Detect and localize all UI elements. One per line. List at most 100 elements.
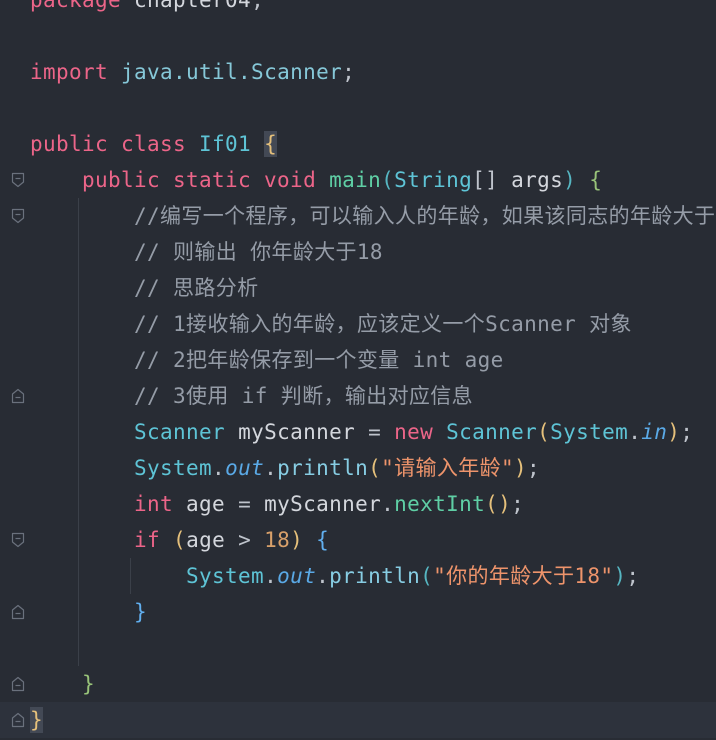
code-line[interactable]: Scanner myScanner = new Scanner(System.i… bbox=[30, 414, 716, 450]
code-token: ) bbox=[563, 168, 590, 192]
code-line[interactable]: System.out.println("请输入年龄"); bbox=[30, 450, 716, 486]
code-token: args bbox=[511, 168, 564, 192]
code-token: . bbox=[264, 456, 278, 480]
code-line[interactable] bbox=[30, 18, 716, 54]
gutter bbox=[0, 0, 28, 740]
code-token: If01 bbox=[199, 132, 265, 156]
code-token: println bbox=[277, 456, 369, 480]
code-token: System bbox=[30, 456, 213, 480]
code-line[interactable]: } bbox=[30, 594, 716, 630]
code-token: "请输入年龄" bbox=[381, 456, 514, 480]
code-token: ; bbox=[626, 564, 640, 588]
code-token: public static void bbox=[30, 168, 330, 192]
code-area[interactable]: package chapter04; import java.util.Scann… bbox=[30, 0, 716, 738]
fold-start-icon[interactable] bbox=[11, 532, 25, 548]
code-token: ( bbox=[173, 528, 187, 552]
code-token: . bbox=[264, 564, 278, 588]
code-token: . bbox=[316, 564, 330, 588]
code-token: int bbox=[30, 492, 187, 516]
code-token: [] bbox=[472, 168, 512, 192]
code-token: ( bbox=[420, 564, 434, 588]
code-line[interactable]: } bbox=[30, 666, 716, 702]
code-token: //编写一个程序，可以输入人的年龄，如果该同志的年龄大于1 bbox=[30, 204, 716, 228]
code-token: = bbox=[238, 492, 265, 516]
code-line[interactable]: int age = myScanner.nextInt(); bbox=[30, 486, 716, 522]
code-token: String bbox=[394, 168, 473, 192]
code-line[interactable]: System.out.println("你的年龄大于18"); bbox=[30, 558, 716, 594]
code-token: ; bbox=[342, 60, 356, 84]
code-line[interactable]: // 则输出 你年龄大于18 bbox=[30, 234, 716, 270]
code-token: . bbox=[212, 456, 226, 480]
code-line[interactable]: import java.util.Scanner; bbox=[30, 54, 716, 90]
code-token: // 思路分析 bbox=[30, 276, 259, 300]
code-line[interactable]: // 2把年龄保存到一个变量 int age bbox=[30, 342, 716, 378]
code-line[interactable]: public static void main(String[] args) { bbox=[30, 162, 716, 198]
code-line[interactable]: // 思路分析 bbox=[30, 270, 716, 306]
code-token: out bbox=[277, 564, 317, 588]
code-token: age bbox=[186, 528, 239, 552]
code-line[interactable]: package chapter04; bbox=[30, 0, 716, 18]
code-token: // 则输出 你年龄大于18 bbox=[30, 240, 383, 264]
code-token: public class bbox=[30, 132, 200, 156]
code-token: System bbox=[550, 420, 629, 444]
code-line[interactable]: if (age > 18) { bbox=[30, 522, 716, 558]
code-token: import bbox=[30, 60, 122, 84]
code-token: ) bbox=[667, 420, 681, 444]
code-line[interactable] bbox=[30, 90, 716, 126]
code-token: ( bbox=[368, 456, 382, 480]
code-token: . bbox=[381, 492, 395, 516]
code-token: if bbox=[30, 528, 174, 552]
code-token: myScanner bbox=[238, 420, 369, 444]
code-token: age bbox=[186, 492, 239, 516]
code-line[interactable]: } bbox=[30, 702, 716, 738]
code-token: Scanner bbox=[446, 420, 538, 444]
code-token: = bbox=[368, 420, 395, 444]
code-token: } bbox=[30, 600, 148, 624]
code-token: ; bbox=[511, 492, 525, 516]
code-token: . bbox=[628, 420, 642, 444]
code-token: out bbox=[225, 456, 265, 480]
code-token: } bbox=[30, 672, 96, 696]
fold-end-icon[interactable] bbox=[11, 676, 25, 692]
code-token: in bbox=[641, 420, 668, 444]
code-token: 18 bbox=[264, 528, 291, 552]
code-editor[interactable]: package chapter04; import java.util.Scann… bbox=[0, 0, 716, 740]
code-token: { bbox=[316, 528, 330, 552]
code-line[interactable]: public class If01 { bbox=[30, 126, 716, 162]
code-token: ) bbox=[513, 456, 527, 480]
code-line[interactable]: // 3使用 if 判断，输出对应信息 bbox=[30, 378, 716, 414]
code-token: System bbox=[30, 564, 265, 588]
code-token: myScanner bbox=[264, 492, 382, 516]
code-token: Scanner bbox=[30, 420, 239, 444]
fold-start-icon[interactable] bbox=[11, 208, 25, 224]
code-token: // 3使用 if 判断，输出对应信息 bbox=[30, 384, 474, 408]
code-token: ) bbox=[290, 528, 317, 552]
code-token: ( bbox=[381, 168, 395, 192]
code-token: chapter04 bbox=[134, 0, 252, 12]
code-line[interactable]: //编写一个程序，可以输入人的年龄，如果该同志的年龄大于1 bbox=[30, 198, 716, 234]
code-token: () bbox=[485, 492, 512, 516]
code-token: package bbox=[30, 0, 135, 12]
code-token: nextInt bbox=[394, 492, 486, 516]
code-token: println bbox=[329, 564, 421, 588]
code-token: // 1接收输入的年龄，应该定义一个Scanner 对象 bbox=[30, 312, 632, 336]
code-token: ; bbox=[251, 0, 265, 12]
fold-end-icon[interactable] bbox=[11, 712, 25, 728]
code-token: ) bbox=[613, 564, 627, 588]
matched-brace: } bbox=[30, 702, 44, 738]
code-token: main bbox=[329, 168, 382, 192]
code-line[interactable] bbox=[30, 630, 716, 666]
fold-end-icon[interactable] bbox=[11, 604, 25, 620]
code-token: new bbox=[394, 420, 447, 444]
code-token: java.util.Scanner bbox=[121, 60, 343, 84]
code-token: { bbox=[589, 168, 603, 192]
fold-start-icon[interactable] bbox=[11, 172, 25, 188]
code-token: // 2把年龄保存到一个变量 int age bbox=[30, 348, 504, 372]
code-token: > bbox=[238, 528, 265, 552]
code-token: ; bbox=[526, 456, 540, 480]
code-line[interactable]: // 1接收输入的年龄，应该定义一个Scanner 对象 bbox=[30, 306, 716, 342]
code-token: ( bbox=[537, 420, 551, 444]
fold-end-icon[interactable] bbox=[11, 388, 25, 404]
code-token: ; bbox=[680, 420, 694, 444]
matched-brace: { bbox=[264, 126, 278, 162]
